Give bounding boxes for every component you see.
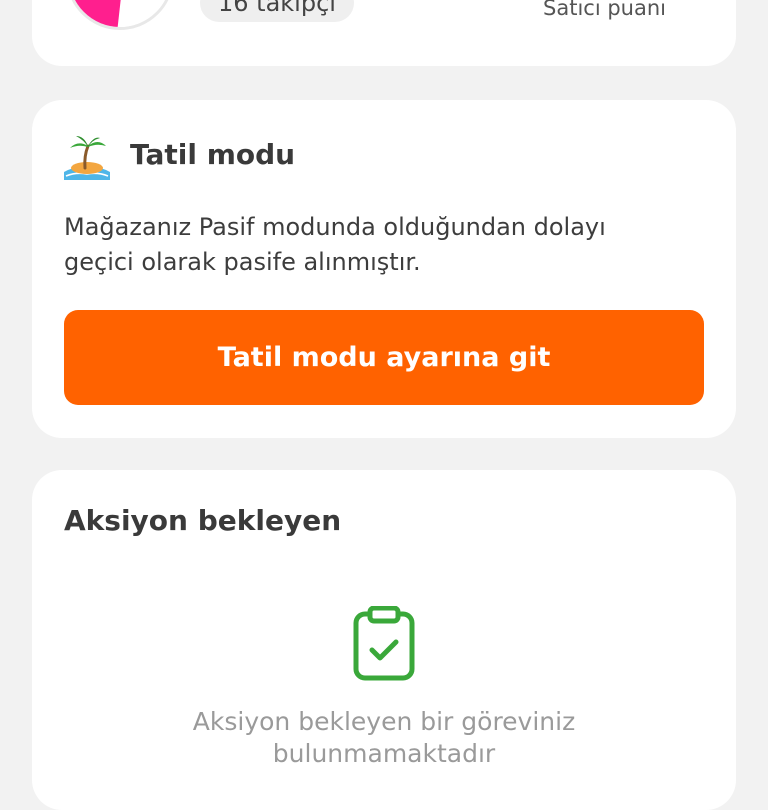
vacation-mode-title: Tatil modu xyxy=(130,138,296,171)
follower-count: 16 takipçi xyxy=(218,0,336,17)
vacation-mode-description: Mağazanız Pasif modunda olduğundan dolay… xyxy=(64,210,704,280)
go-to-vacation-settings-button[interactable]: Tatil modu ayarına git xyxy=(64,310,704,405)
store-profile-card: 16 takipçi Satıcı puanı xyxy=(32,0,736,66)
pending-actions-title: Aksiyon bekleyen xyxy=(64,504,342,537)
store-logo-image xyxy=(69,0,171,27)
empty-state-line: bulunmamaktadır xyxy=(272,739,496,768)
desert-island-icon xyxy=(64,136,110,180)
empty-state-message: Aksiyon bekleyen bir göreviniz bulunmama… xyxy=(32,706,736,770)
vacation-description-line: Mağazanız Pasif modunda olduğundan dolay… xyxy=(64,213,606,241)
seller-score-label: Satıcı puanı xyxy=(543,0,666,20)
vacation-mode-card: Tatil modu Mağazanız Pasif modunda olduğ… xyxy=(32,100,736,438)
empty-state-line: Aksiyon bekleyen bir göreviniz xyxy=(192,707,576,736)
vacation-description-line: geçici olarak pasife alınmıştır. xyxy=(64,248,421,276)
clipboard-check-icon xyxy=(353,606,415,681)
store-avatar[interactable] xyxy=(66,0,174,30)
pending-actions-card: Aksiyon bekleyen Aksiyon bekleyen bir gö… xyxy=(32,470,736,810)
follower-count-badge[interactable]: 16 takipçi xyxy=(200,0,354,22)
